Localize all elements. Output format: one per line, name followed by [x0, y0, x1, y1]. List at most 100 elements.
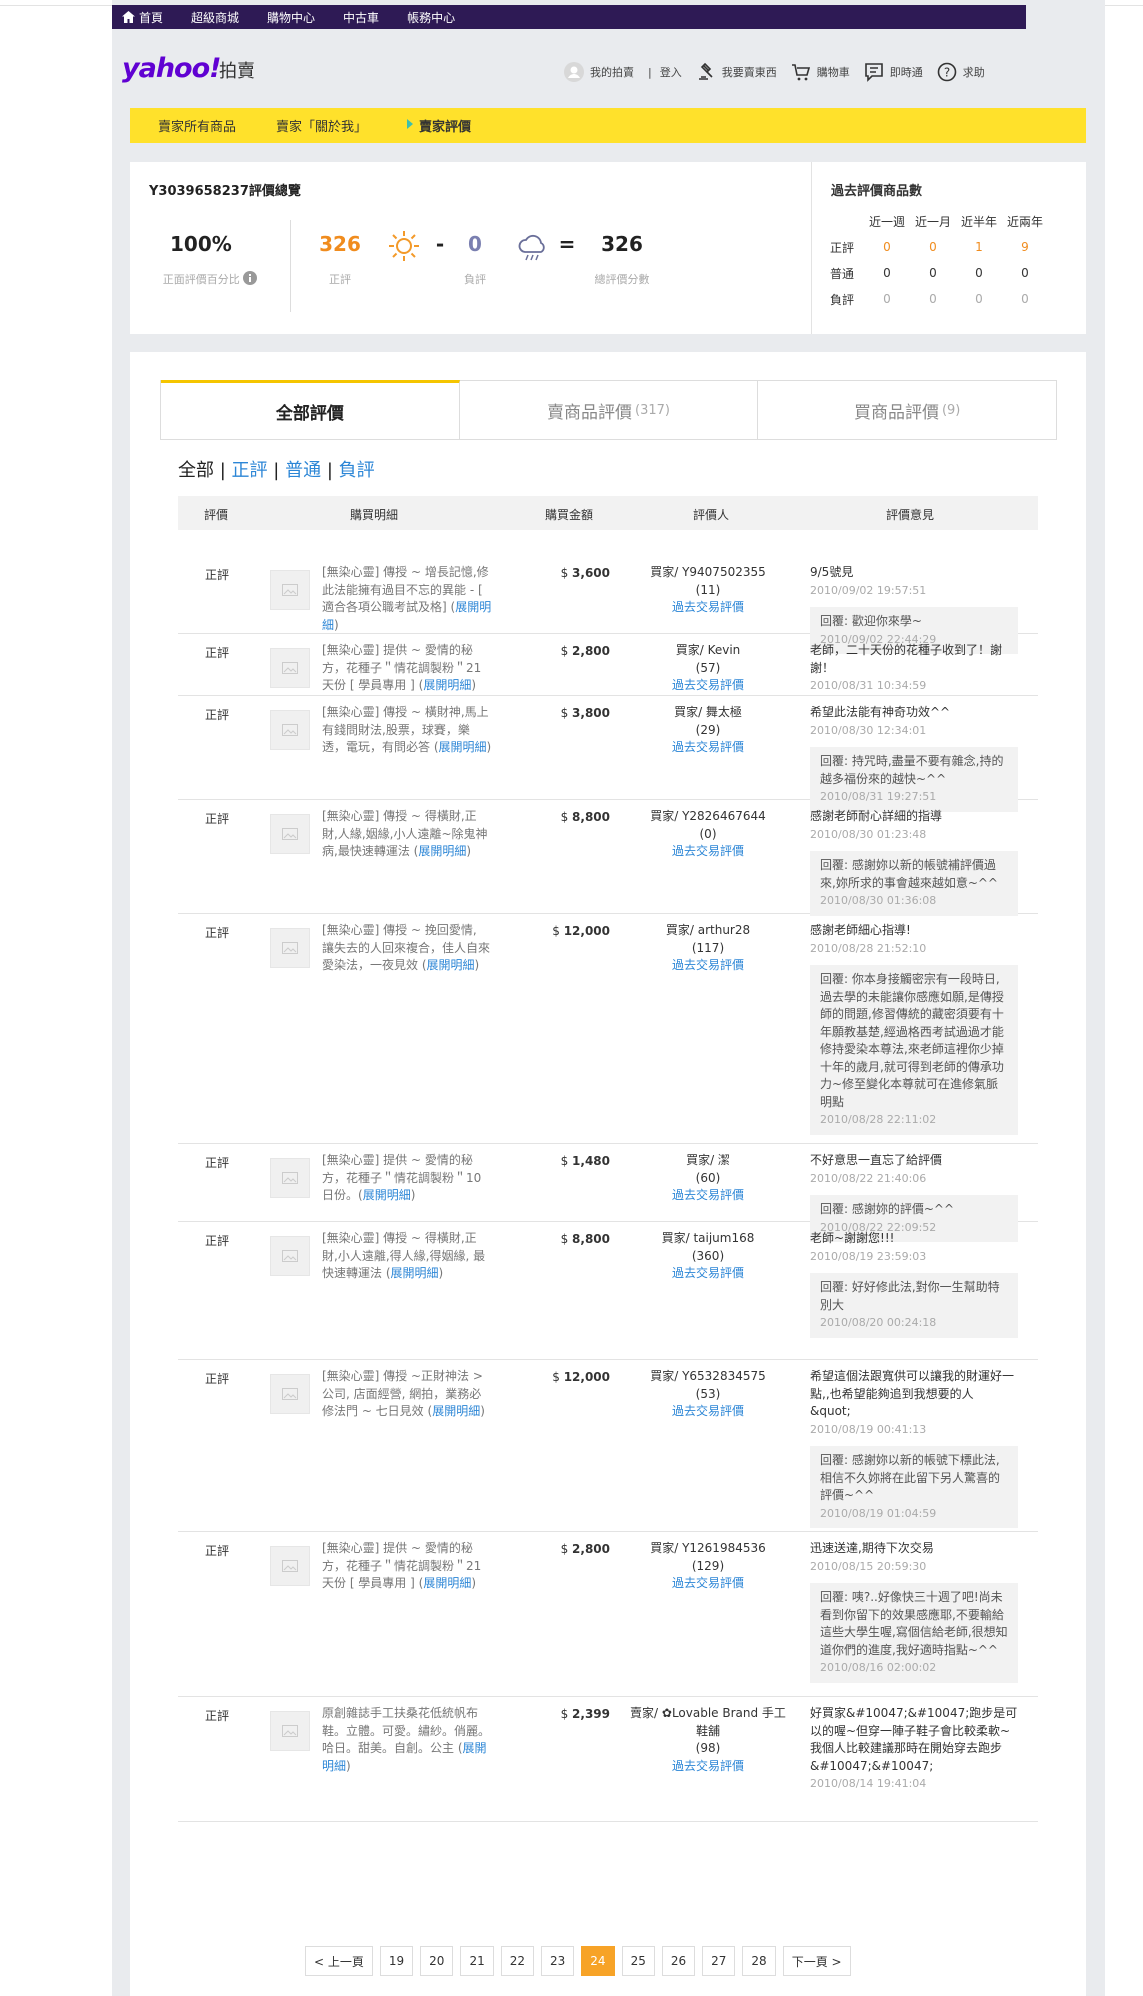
item-thumbnail[interactable]: [270, 928, 310, 968]
page-number-button[interactable]: 24: [581, 1946, 615, 1976]
tab-all-ratings[interactable]: 全部評價: [161, 380, 460, 439]
filter-separator: |: [219, 460, 226, 481]
topbar-used-cars-label: 中古車: [343, 10, 380, 25]
yahoo-logo[interactable]: yahoo!: [122, 53, 221, 84]
expand-details-link[interactable]: 展開明細: [427, 958, 475, 972]
purchase-amount: $ 8,800: [550, 1232, 610, 1246]
page-number-button[interactable]: 21: [460, 1946, 494, 1976]
col-header-comment: 評價意見: [886, 508, 935, 522]
tab-selling-ratings[interactable]: 賣商品評價 (317): [459, 380, 759, 439]
rater-count: (57): [695, 660, 721, 675]
item-thumbnail[interactable]: [270, 1546, 310, 1586]
topbar-shopping-center[interactable]: 購物中心: [267, 9, 315, 26]
expand-details-link[interactable]: 展開明細: [418, 844, 466, 858]
item-thumbnail[interactable]: [270, 1374, 310, 1414]
page-number-button[interactable]: 22: [500, 1946, 534, 1976]
page-number-button[interactable]: 20: [420, 1946, 454, 1976]
past-transactions-link[interactable]: 過去交易評價: [628, 957, 788, 975]
past-transactions-link[interactable]: 過去交易評價: [628, 843, 788, 861]
rater-name[interactable]: 買家/ Y1261984536: [628, 1540, 788, 1558]
filter-neutral[interactable]: 普通: [285, 460, 321, 481]
item-description: [無染心靈] 傳授 ~ 挽回愛情, 讓失去的人回來複合，佳人自來愛染法，一夜見效…: [322, 922, 492, 975]
page-number-button[interactable]: 28: [742, 1946, 776, 1976]
reply-date: 2010/08/19 01:04:59: [820, 1506, 937, 1520]
comment-date: 2010/08/30 01:23:48: [810, 827, 927, 841]
help-link[interactable]: ? 求助: [937, 62, 985, 82]
filter-negative[interactable]: 負評: [339, 460, 375, 481]
login-link[interactable]: 登入: [660, 64, 682, 80]
page-number-button[interactable]: 26: [661, 1946, 696, 1976]
item-thumbnail[interactable]: [270, 814, 310, 854]
rater-name[interactable]: 買家/ Y9407502355: [628, 564, 788, 582]
expand-details-link[interactable]: 展開明細: [423, 1576, 471, 1590]
filter-all[interactable]: 全部: [178, 460, 214, 481]
past-transactions-link[interactable]: 過去交易評價: [628, 1265, 788, 1283]
header-nav: 我的拍賣 | 登入 我要賣東西 購物車 即時通 ? 求助: [564, 62, 999, 82]
my-auction-label: 我的拍賣: [590, 66, 634, 79]
past-transactions-link[interactable]: 過去交易評價: [628, 677, 788, 695]
past-transactions-link[interactable]: 過去交易評價: [628, 599, 788, 617]
item-title-end: ): [471, 678, 477, 692]
cart-link[interactable]: 購物車: [791, 62, 850, 82]
item-thumbnail[interactable]: [270, 1711, 310, 1751]
next-page-button[interactable]: 下一頁 >: [782, 1946, 851, 1976]
help-icon: ?: [937, 62, 957, 82]
auction-logo-text[interactable]: 拍賣: [219, 57, 255, 83]
item-thumbnail[interactable]: [270, 570, 310, 610]
comment-date: 2010/08/19 23:59:03: [810, 1249, 927, 1263]
past-transactions-link[interactable]: 過去交易評價: [628, 1403, 788, 1421]
item-title-end: ): [474, 958, 480, 972]
rater-name[interactable]: 買家/ arthur28: [628, 922, 788, 940]
rater-name[interactable]: 買家/ Y6532834575: [628, 1368, 788, 1386]
seller-about-tab[interactable]: 賣家「關於我」: [276, 116, 367, 135]
rater-name[interactable]: 買家/ Y2826467644: [628, 808, 788, 826]
seller-all-items-tab[interactable]: 賣家所有商品: [158, 116, 236, 135]
filter-positive[interactable]: 正評: [232, 460, 268, 481]
messenger-link[interactable]: 即時通: [864, 62, 923, 82]
sell-link[interactable]: 我要賣東西: [696, 62, 777, 82]
rating-comment: 老師~謝謝您!!! 2010/08/19 23:59:03 回覆: 好好修此法,對你…: [810, 1230, 1018, 1338]
equals-sign: =: [558, 232, 576, 256]
expand-details-link[interactable]: 展開明細: [391, 1266, 439, 1280]
prev-page-button[interactable]: < 上一頁: [305, 1946, 373, 1976]
expand-details-link[interactable]: 展開明細: [432, 1404, 480, 1418]
tab-buying-ratings[interactable]: 買商品評價 (9): [758, 380, 1057, 439]
topbar-super-mall[interactable]: 超級商城: [191, 9, 239, 26]
expand-details-link[interactable]: 展開明細: [363, 1188, 411, 1202]
info-icon[interactable]: [243, 271, 258, 285]
item-thumbnail[interactable]: [270, 1236, 310, 1276]
page-number-button[interactable]: 19: [379, 1946, 414, 1976]
past-cell: 1: [975, 240, 983, 254]
my-auction-link[interactable]: 我的拍賣: [564, 62, 634, 82]
site-header: yahoo! 拍賣 我的拍賣 | 登入 我要賣東西 購物車 即時通 ? 求助: [112, 50, 1105, 96]
topbar-home[interactable]: 首頁: [122, 9, 163, 26]
page-number-button[interactable]: 23: [541, 1946, 575, 1976]
rater-name[interactable]: 買家/ 潔: [628, 1152, 788, 1170]
past-transactions-link[interactable]: 過去交易評價: [628, 739, 788, 757]
item-thumbnail[interactable]: [270, 1158, 310, 1198]
expand-details-link[interactable]: 展開明細: [439, 740, 487, 754]
total-score: 326: [601, 232, 643, 256]
rater-name[interactable]: 買家/ taijum168: [628, 1230, 788, 1248]
item-thumbnail[interactable]: [270, 710, 310, 750]
rater-count: (0): [699, 826, 717, 841]
header-separator: |: [648, 65, 652, 79]
rater-name[interactable]: 賣家/ ✿Lovable Brand 手工鞋舖: [628, 1705, 788, 1740]
page-number-button[interactable]: 27: [702, 1946, 736, 1976]
col-header-item: 購買明細: [350, 508, 399, 522]
past-transactions-link[interactable]: 過去交易評價: [628, 1187, 788, 1205]
item-thumbnail[interactable]: [270, 648, 310, 688]
rater-name[interactable]: 買家/ Kevin: [628, 642, 788, 660]
past-transactions-link[interactable]: 過去交易評價: [628, 1575, 788, 1593]
row-rating: 正評: [205, 1544, 230, 1558]
expand-details-link[interactable]: 展開明細: [423, 678, 471, 692]
topbar-billing[interactable]: 帳務中心: [407, 9, 455, 26]
page-number-button[interactable]: 25: [621, 1946, 655, 1976]
seller-reply: 回覆: 咦?..好像快三十週了吧!尚未看到你留下的效果感應耶,不要輸給這些大學生…: [810, 1583, 1018, 1683]
rater-name[interactable]: 買家/ 舞太極: [628, 704, 788, 722]
rater-info: 買家/ Y2826467644 (0) 過去交易評價: [628, 808, 788, 861]
seller-ratings-tab[interactable]: 賣家評價: [407, 116, 471, 135]
image-placeholder-icon: [282, 1172, 298, 1184]
past-transactions-link[interactable]: 過去交易評價: [628, 1758, 788, 1776]
topbar-used-cars[interactable]: 中古車: [343, 9, 379, 26]
